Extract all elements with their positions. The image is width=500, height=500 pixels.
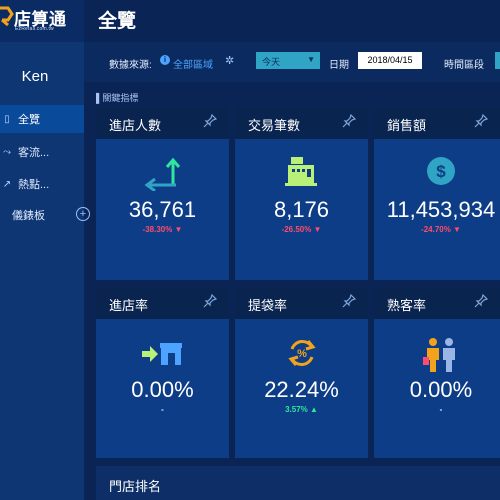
pin-icon[interactable] — [474, 114, 488, 128]
kpi-card-transactions[interactable]: 交易筆數 8,176 -26.50% ▼ — [235, 107, 368, 280]
card-value: 22.24% — [264, 377, 339, 402]
store-entry-icon — [96, 339, 229, 375]
card-change: 3.57% ▲ — [285, 405, 318, 414]
card-change: -26.50% ▼ — [281, 225, 322, 234]
chevron-down-icon: ▼ — [307, 55, 315, 64]
sidebar-item-label: 熱點... — [18, 179, 50, 191]
region-link[interactable]: 全部區域 — [173, 56, 213, 71]
svg-text:$: $ — [436, 162, 446, 181]
pin-icon[interactable] — [203, 294, 217, 308]
source-label: 數據來源: — [109, 60, 152, 71]
card-value: 8,176 — [273, 197, 330, 222]
kpi-card-sales[interactable]: 銷售額 $ 11,453,934 -24.70% ▼ — [374, 107, 500, 280]
kpi-card-conversion[interactable]: 提袋率 % 22.24% 3.57% ▲ — [235, 287, 368, 458]
logo-mark-icon — [0, 6, 14, 26]
card-change: -38.30% ▼ — [142, 225, 183, 234]
user-name: Ken — [21, 68, 49, 85]
sidebar-item-label: 全覽 — [18, 114, 40, 126]
tablet-icon: ▯ — [4, 113, 10, 125]
date-label: 日期 — [329, 60, 349, 71]
svg-text:%: % — [297, 348, 307, 360]
dollar-icon: $ — [374, 155, 500, 191]
card-value: 0.00% — [131, 377, 194, 402]
period-select-value: 今天 — [262, 57, 281, 67]
heatmap-icon: ↗ — [2, 178, 12, 190]
pin-icon[interactable] — [342, 114, 356, 128]
range-label: 時間區段 — [444, 60, 484, 71]
card-title: 交易筆數 — [248, 118, 301, 133]
info-icon[interactable]: i — [160, 55, 170, 65]
period-select[interactable]: 今天 ▼ — [256, 52, 320, 69]
card-title: 銷售額 — [387, 118, 427, 133]
logo-domain-text: EzRetail.com.tw — [15, 26, 54, 32]
flow-icon: ⤳ — [3, 146, 11, 158]
gear-icon[interactable]: ✲ — [225, 54, 234, 67]
card-change: - — [161, 405, 164, 414]
pin-icon[interactable] — [342, 294, 356, 308]
card-value: 36,761 — [128, 197, 197, 222]
filter-toolbar: 數據來源: i 全部區域 ✲ 今天 ▼ 日期 2018/04/15 時間區段 — [84, 42, 500, 82]
section-title: ▌關鍵指標 — [96, 93, 139, 103]
add-icon[interactable]: + — [76, 207, 90, 221]
sidebar-item-label: 客流... — [18, 147, 50, 159]
page-title: 全覽 — [98, 11, 137, 32]
kpi-card-entry-rate[interactable]: 進店率 0.00% - — [96, 287, 229, 458]
logo[interactable]: 店算通 EzRetail.com.tw — [0, 0, 84, 42]
ranking-title: 門店排名 — [109, 479, 162, 494]
kpi-card-returning[interactable]: 熟客率 0.00% - — [374, 287, 500, 458]
kpi-card-visitors[interactable]: 進店人數 36,761 -38.30% ▼ — [96, 107, 229, 280]
range-select[interactable] — [495, 52, 500, 69]
sidebar-item-label: 儀錶板 — [12, 210, 45, 222]
card-change: - — [439, 405, 443, 414]
card-title: 熟客率 — [387, 298, 427, 313]
card-title: 進店率 — [109, 298, 149, 313]
card-value: 0.00% — [409, 377, 473, 402]
pin-icon[interactable] — [203, 114, 217, 128]
returning-customers-icon — [374, 337, 500, 373]
store-ranking-panel: 門店排名 — [96, 466, 500, 500]
sidebar: 店算通 EzRetail.com.tw Ken ▯ 全覽 ⤳ 客流... ↗ 熱… — [0, 0, 90, 500]
sidebar-item-heatmap[interactable]: ↗ 熱點... — [0, 170, 84, 198]
header: 全覽 — [84, 0, 500, 42]
entry-arrow-icon — [96, 155, 229, 191]
card-title: 進店人數 — [109, 118, 162, 133]
sidebar-item-dashboard[interactable]: 儀錶板 + — [0, 201, 96, 229]
card-change: -24.70% ▼ — [421, 225, 461, 234]
date-input[interactable]: 2018/04/15 — [358, 52, 422, 69]
sidebar-item-traffic[interactable]: ⤳ 客流... — [0, 138, 84, 166]
sidebar-item-overview[interactable]: ▯ 全覽 — [0, 105, 84, 133]
conversion-icon: % — [235, 337, 368, 373]
pin-icon[interactable] — [474, 294, 488, 308]
card-title: 提袋率 — [248, 298, 288, 313]
cash-register-icon — [235, 155, 368, 191]
card-value: 11,453,934 — [386, 197, 496, 222]
